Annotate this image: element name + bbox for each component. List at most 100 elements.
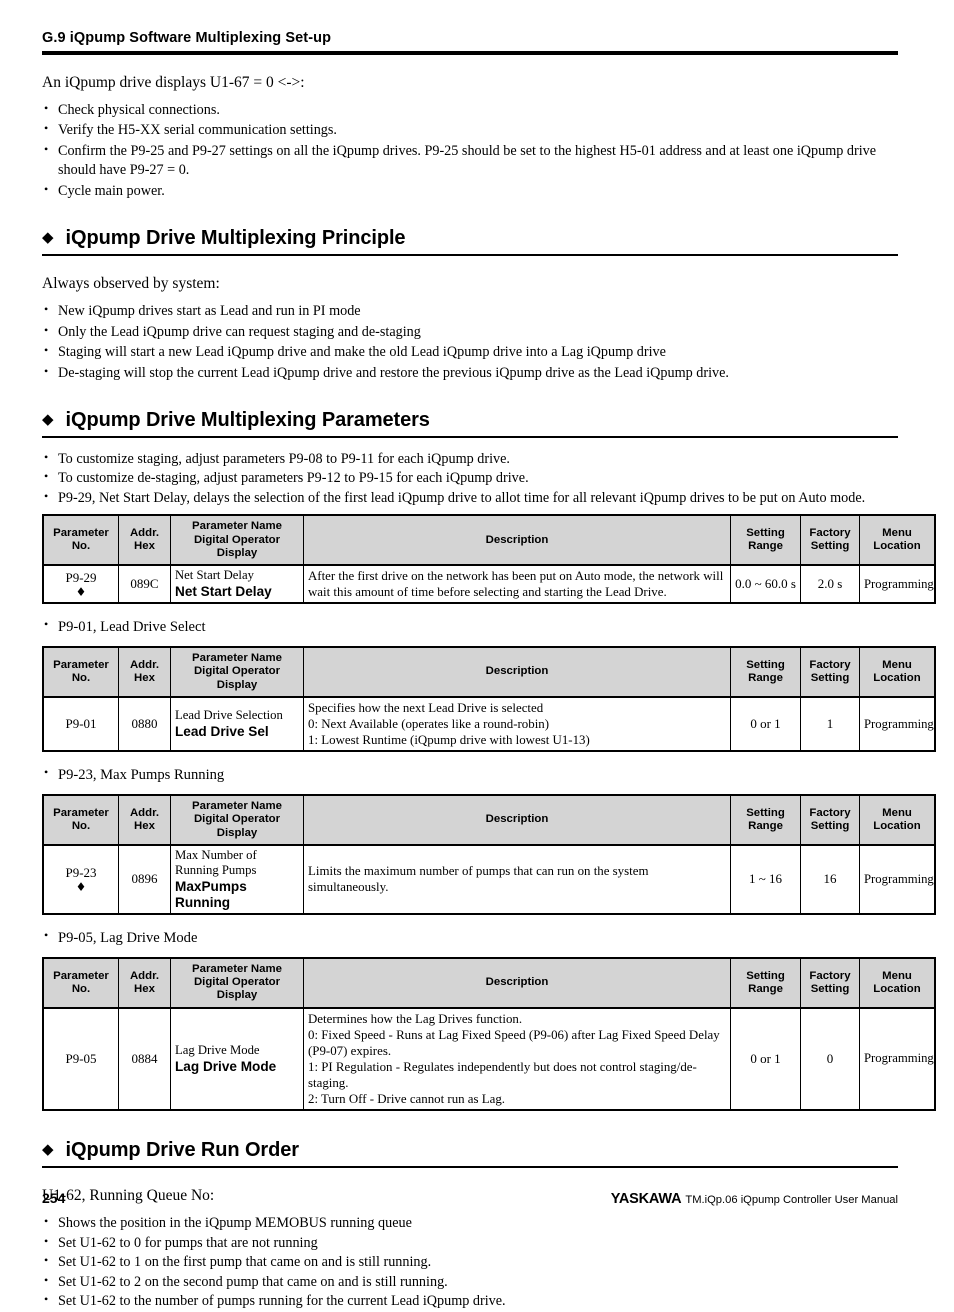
list-item: Check physical connections.: [42, 100, 898, 120]
intro-lead-text: An iQpump drive displays U1-67 = 0 <->:: [42, 73, 305, 91]
col-header-parameter-no: Parameter No.: [42, 514, 119, 567]
cell-setting-range: 1 ~ 16: [730, 844, 801, 915]
col-header-setting-range: Setting Range: [730, 794, 801, 846]
diamond-marker-icon: ♦: [75, 879, 87, 894]
parameter-table: Parameter No. Addr. Hex Parameter Name Digita…: [42, 646, 936, 753]
cell-menu-location: Programming: [859, 1007, 936, 1111]
section-title: iQpump Drive Run Order: [65, 1139, 299, 1162]
col-header-description: Description: [303, 646, 731, 698]
running-header: G.9 iQpump Software Multiplexing Set-up: [42, 0, 898, 55]
parameter-table: Parameter No. Addr. Hex Parameter Name Digita…: [42, 956, 936, 1112]
cell-parameter-name: Lead Drive Selection Lead Drive Sel: [170, 696, 304, 752]
list-item: Verify the H5-XX serial communication se…: [42, 120, 898, 140]
description-line: 1: Lowest Runtime (iQpump drive with low…: [308, 733, 590, 748]
col-header-parameter-no: Parameter No.: [42, 646, 119, 698]
description-line: (P9-07) expires.: [308, 1043, 392, 1058]
cell-menu-location: Programming: [859, 844, 936, 915]
diamond-bullet-icon: ◆: [42, 228, 54, 247]
cell-parameter-name: Lag Drive Mode Lag Drive Mode: [170, 1007, 304, 1111]
parameter-name-plain: Lag Drive Mode: [175, 1043, 260, 1058]
col-header-menu-location: Menu Location: [859, 794, 936, 846]
list-item: Set U1-62 to 1 on the first pump that ca…: [42, 1252, 898, 1272]
table-caption: P9-05, Lag Drive Mode: [42, 928, 898, 948]
table-header-row: Parameter No. Addr. Hex Parameter Name Digita…: [42, 646, 936, 698]
description-line: 1: PI Regulation - Regulates independent…: [308, 1059, 697, 1091]
cell-addr-hex: 089C: [118, 564, 171, 604]
table-row: P9-01 0880 Lead Drive Selection Lead Drive …: [42, 696, 936, 752]
col-header-parameter-name: Parameter Name Digital Operator Display: [170, 794, 304, 846]
col-header-parameter-name: Parameter Name Digital Operator Display: [170, 957, 304, 1009]
section-heading: ◆ iQpump Drive Run Order: [42, 1139, 898, 1161]
table-header-row: Parameter No. Addr. Hex Parameter Name Digita…: [42, 514, 936, 567]
col-header-description: Description: [303, 794, 731, 846]
header-rule: [42, 50, 898, 55]
diamond-marker-icon: ♦: [75, 584, 87, 599]
col-header-menu-location: Menu Location: [859, 957, 936, 1009]
col-header-factory-setting: Factory Setting: [800, 794, 860, 846]
list-item: Shows the position in the iQpump MEMOBUS…: [42, 1213, 898, 1233]
cell-description: Limits the maximum number of pumps that …: [303, 844, 731, 915]
list-item: Only the Lead iQpump drive can request s…: [42, 322, 898, 342]
cell-menu-location: Programming: [859, 696, 936, 752]
cell-factory-setting: 16: [800, 844, 860, 915]
document-page: G.9 iQpump Software Multiplexing Set-up …: [42, 0, 936, 1309]
footer-manual-title: TM.iQp.06 iQpump Controller User Manual: [685, 1194, 898, 1206]
table-caption: P9-23, Max Pumps Running: [42, 765, 898, 785]
table-caption: P9-01, Lead Drive Select: [42, 617, 898, 637]
cell-addr-hex: 0884: [118, 1007, 171, 1111]
cell-addr-hex: 0896: [118, 844, 171, 915]
section-title: iQpump Drive Multiplexing Parameters: [65, 409, 430, 432]
intro-bullet-list: Check physical connections.Verify the H5…: [42, 100, 898, 201]
footer-page-number: 254: [42, 1190, 66, 1206]
table-row: P9-29 ♦ 089C Net Start Delay Net Start Delay…: [42, 564, 936, 604]
parameter-tables-container: Parameter No. Addr. Hex Parameter Name Digita…: [42, 514, 936, 1112]
col-header-factory-setting: Factory Setting: [800, 514, 860, 567]
section-lead-text: Always observed by system:: [42, 275, 220, 293]
col-header-parameter-no: Parameter No.: [42, 794, 119, 846]
col-header-menu-location: Menu Location: [859, 514, 936, 567]
cell-description: Determines how the Lag Drives function. 0…: [303, 1007, 731, 1111]
col-header-factory-setting: Factory Setting: [800, 646, 860, 698]
col-header-description: Description: [303, 514, 731, 567]
cell-parameter-no: P9-23 ♦: [42, 844, 119, 915]
col-header-setting-range: Setting Range: [730, 514, 801, 567]
col-header-description: Description: [303, 957, 731, 1009]
cell-menu-location: Programming: [859, 564, 936, 604]
list-item: Cycle main power.: [42, 181, 898, 201]
cell-setting-range: 0 or 1: [730, 1007, 801, 1111]
list-item: De-staging will stop the current Lead iQ…: [42, 363, 898, 383]
col-header-menu-location: Menu Location: [859, 646, 936, 698]
list-item: To customize staging, adjust parameters …: [42, 449, 898, 469]
col-header-factory-setting: Factory Setting: [800, 957, 860, 1009]
list-item: P9-29, Net Start Delay, delays the selec…: [42, 488, 898, 508]
digital-operator-display: Net Start Delay: [175, 583, 272, 599]
table-header-row: Parameter No. Addr. Hex Parameter Name Digita…: [42, 794, 936, 846]
page-footer: 254 YASKAWA TM.iQp.06 iQpump Controller …: [42, 1190, 898, 1207]
diamond-bullet-icon: ◆: [42, 410, 54, 429]
col-header-addr-hex: Addr. Hex: [118, 646, 171, 698]
col-header-setting-range: Setting Range: [730, 646, 801, 698]
section-heading: ◆ iQpump Drive Multiplexing Parameters: [42, 409, 898, 431]
digital-operator-display: Lead Drive Sel: [175, 723, 269, 739]
list-item: Confirm the P9-25 and P9-27 settings on …: [42, 141, 898, 181]
parameter-name-plain: Lead Drive Selection: [175, 708, 283, 723]
cell-addr-hex: 0880: [118, 696, 171, 752]
section-bullet-list: New iQpump drives start as Lead and run …: [42, 301, 898, 383]
diamond-bullet-icon: ◆: [42, 1140, 54, 1159]
cell-parameter-no: P9-29 ♦: [42, 564, 119, 604]
digital-operator-display: MaxPumps Running: [175, 878, 247, 910]
cell-factory-setting: 0: [800, 1007, 860, 1111]
table-header-row: Parameter No. Addr. Hex Parameter Name Digita…: [42, 957, 936, 1009]
section-rule: [42, 254, 898, 257]
cell-factory-setting: 2.0 s: [800, 564, 860, 604]
section-multiplexing-principle: ◆ iQpump Drive Multiplexing Principle Al…: [42, 227, 898, 383]
description-line: Specifies how the next Lead Drive is sel…: [308, 700, 544, 715]
description-line: 2: Turn Off - Drive cannot run as Lag.: [308, 1092, 506, 1107]
section-run-order: ◆ iQpump Drive Run Order U1-62, Running …: [42, 1139, 898, 1311]
description-line: 0: Fixed Speed - Runs at Lag Fixed Speed…: [308, 1027, 720, 1042]
cell-parameter-name: Net Start Delay Net Start Delay: [170, 564, 304, 604]
section-bullet-list: To customize staging, adjust parameters …: [42, 449, 898, 508]
list-item: Set U1-62 to 2 on the second pump that c…: [42, 1272, 898, 1292]
col-header-addr-hex: Addr. Hex: [118, 957, 171, 1009]
table-row: P9-05 0884 Lag Drive Mode Lag Drive Mode Det…: [42, 1007, 936, 1111]
